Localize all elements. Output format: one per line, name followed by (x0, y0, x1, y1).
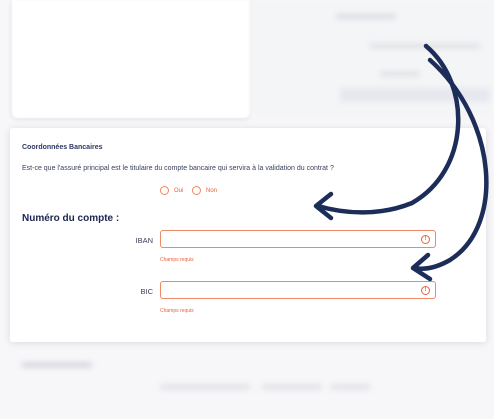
radio-oui[interactable]: Oui (160, 186, 183, 195)
radio-circle-icon[interactable] (192, 186, 201, 195)
iban-label: IBAN (135, 236, 153, 245)
section-title: Coordonnées Bancaires (22, 144, 103, 151)
iban-input[interactable] (160, 230, 436, 248)
radio-non-label: Non (206, 187, 218, 194)
error-exclamation-icon: ! (421, 285, 430, 295)
bic-label: BIC (140, 287, 153, 296)
radio-circle-icon[interactable] (160, 186, 169, 195)
radio-non[interactable]: Non (192, 186, 217, 195)
account-holder-question: Est-ce que l'assuré principal est le tit… (22, 165, 334, 172)
blurred-next-section (0, 345, 494, 419)
error-exclamation-icon: ! (421, 234, 430, 244)
account-number-title: Numéro du compte : (22, 213, 120, 224)
iban-error-message: Champs requis (160, 257, 194, 263)
radio-oui-label: Oui (174, 187, 184, 194)
bic-error-message: Champs requis (160, 308, 194, 314)
bic-input[interactable] (160, 281, 436, 299)
previous-section-card (12, 0, 250, 118)
blurred-right-panel (250, 0, 494, 118)
